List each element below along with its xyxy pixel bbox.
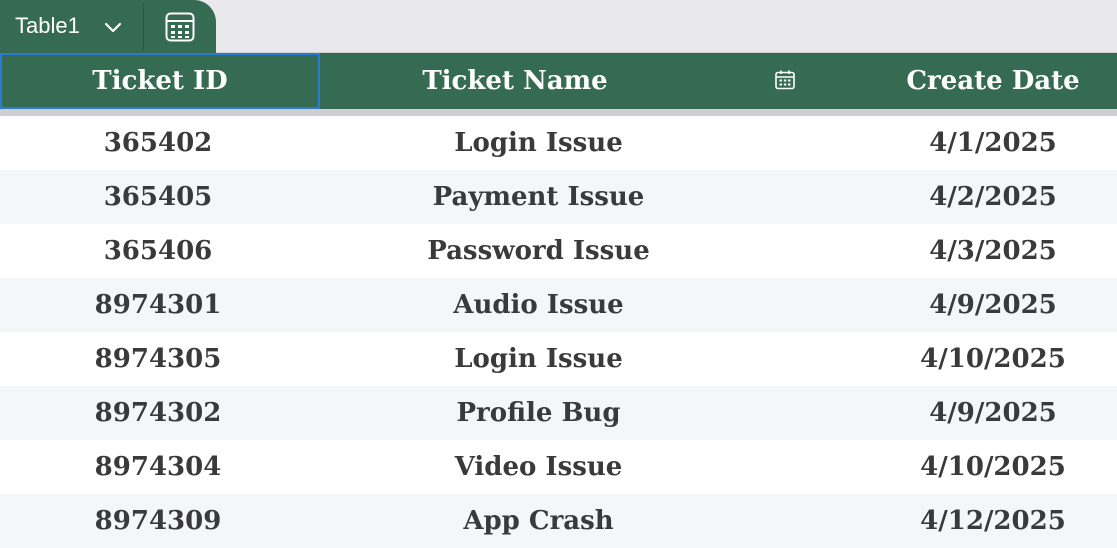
cell-create-date[interactable]: 4/9/2025 [870,386,1116,440]
table-row: 8974302 Profile Bug 4/9/2025 [0,386,1117,440]
table-row: 365405 Payment Issue 4/2/2025 [0,170,1117,224]
cell-ticket-name[interactable]: Login Issue [316,332,761,386]
column-header-ticket-name[interactable]: Ticket Name [320,53,710,109]
cell-create-date[interactable]: 4/9/2025 [870,278,1116,332]
cell-create-date[interactable]: 4/10/2025 [870,440,1116,494]
cell-ticket-name[interactable]: Profile Bug [316,386,761,440]
cell-create-date[interactable]: 4/10/2025 [870,332,1116,386]
table-body: 365402 Login Issue 4/1/2025 365405 Payme… [0,116,1117,548]
cell-ticket-id[interactable]: 365405 [0,170,316,224]
table-row: 8974309 App Crash 4/12/2025 [0,494,1117,548]
column-header-create-date[interactable]: Create Date [870,53,1116,109]
header-divider [0,109,1117,116]
cell-ticket-name[interactable]: Payment Issue [316,170,761,224]
calendar-icon [775,70,795,90]
cell-create-date[interactable]: 4/3/2025 [870,224,1116,278]
table-tab: Table1 [0,0,216,53]
cell-ticket-id[interactable]: 8974304 [0,440,316,494]
cell-create-date[interactable]: 4/2/2025 [870,170,1116,224]
cell-ticket-id[interactable]: 8974309 [0,494,316,548]
calculator-button[interactable] [144,0,216,53]
cell-create-date[interactable]: 4/1/2025 [870,116,1116,170]
column-header-ticket-id[interactable]: Ticket ID [0,53,320,109]
table-row: 8974305 Login Issue 4/10/2025 [0,332,1117,386]
cell-ticket-id[interactable]: 365402 [0,116,316,170]
table-header-row: Ticket ID Ticket Name Create Date [0,53,1117,109]
table-row: 365402 Login Issue 4/1/2025 [0,116,1117,170]
table-row: 365406 Password Issue 4/3/2025 [0,224,1117,278]
chevron-down-icon [102,16,124,42]
table-row: 8974301 Audio Issue 4/9/2025 [0,278,1117,332]
cell-create-date[interactable]: 4/12/2025 [870,494,1116,548]
cell-ticket-name[interactable]: App Crash [316,494,761,548]
table-tab-bar: Table1 [0,0,1117,53]
cell-ticket-id[interactable]: 8974301 [0,278,316,332]
cell-ticket-id[interactable]: 365406 [0,224,316,278]
cell-ticket-name[interactable]: Password Issue [316,224,761,278]
cell-ticket-name[interactable]: Login Issue [316,116,761,170]
cell-ticket-id[interactable]: 8974305 [0,332,316,386]
table-row: 8974304 Video Issue 4/10/2025 [0,440,1117,494]
cell-ticket-name[interactable]: Audio Issue [316,278,761,332]
cell-ticket-name[interactable]: Video Issue [316,440,761,494]
calculator-icon [165,12,195,42]
table-name-dropdown[interactable]: Table1 [0,0,143,53]
table-name-label: Table1 [15,13,80,38]
cell-ticket-id[interactable]: 8974302 [0,386,316,440]
